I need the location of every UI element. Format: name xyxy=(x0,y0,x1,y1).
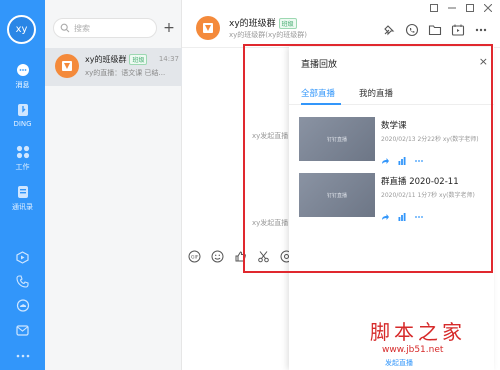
nav-item-phone[interactable] xyxy=(0,273,45,289)
more-icon[interactable] xyxy=(474,22,488,36)
start-live-link[interactable]: 发起直播 xyxy=(385,358,413,368)
emoji-icon[interactable] xyxy=(211,248,224,263)
watermark-url: www.jb51.net xyxy=(382,345,444,355)
conversation-time: 14:37 xyxy=(158,55,179,63)
svg-text:GIF: GIF xyxy=(191,255,199,261)
live-calendar-icon[interactable] xyxy=(451,22,465,36)
conversation-list: 搜索 + xy的班级群 班级 14:37 xy的直播：语文课 已结... xyxy=(45,0,182,370)
nav-item-ding[interactable]: DING xyxy=(0,102,45,128)
highlight-box xyxy=(243,44,493,273)
contacts-icon xyxy=(15,184,31,200)
search-placeholder: 搜索 xyxy=(74,23,90,33)
nav-item-live[interactable] xyxy=(0,249,45,265)
search-input[interactable]: 搜索 xyxy=(53,18,157,38)
apps-grid-icon xyxy=(15,144,31,160)
phone-icon xyxy=(15,273,31,289)
class-tag: 班级 xyxy=(278,18,297,29)
nav-item-contacts[interactable]: 通讯录 xyxy=(0,184,45,212)
header-actions xyxy=(382,22,488,37)
list-item[interactable]: xy的班级群 班级 14:37 xy的直播：语文课 已结... xyxy=(45,48,182,86)
nav-item-messages[interactable]: 消息 xyxy=(0,62,45,90)
watermark: 脚本之家 xyxy=(370,320,466,344)
mail-icon xyxy=(15,322,31,338)
group-avatar xyxy=(55,54,79,78)
chat-subtitle: xy的班级群(xy的班级群) xyxy=(229,31,308,39)
conversation-preview: xy的直播：语文课 已结... xyxy=(85,69,166,77)
ding-icon xyxy=(15,102,31,118)
cloud-icon xyxy=(15,297,31,313)
call-icon[interactable] xyxy=(405,22,419,37)
class-tag: 班级 xyxy=(129,54,148,65)
nav-item-cloud[interactable] xyxy=(0,297,45,313)
chat-bubble-icon xyxy=(15,62,31,78)
pin-icon[interactable] xyxy=(382,22,396,36)
chat-header: xy的班级群 班级 xy的班级群(xy的班级群) xyxy=(182,0,500,48)
add-button[interactable]: + xyxy=(161,20,177,36)
nav-item-work[interactable]: 工作 xyxy=(0,144,45,172)
user-avatar[interactable]: xy xyxy=(7,15,36,44)
nav-label: DING xyxy=(13,120,32,128)
gif-icon[interactable]: GIF xyxy=(188,248,201,263)
nav-label: 消息 xyxy=(15,81,30,89)
play-icon xyxy=(15,249,31,265)
nav-label: 通讯录 xyxy=(12,203,33,211)
nav-item-more[interactable] xyxy=(0,348,45,364)
nav-item-mail[interactable] xyxy=(0,322,45,338)
nav-label: 工作 xyxy=(15,163,30,171)
app-window: xy 消息 DING 工作 通讯录 搜索 + xy的班级群 班级 14:37 x… xyxy=(0,0,500,370)
chat-title: xy的班级群 班级 xyxy=(229,16,297,29)
more-icon xyxy=(15,348,31,364)
search-icon xyxy=(60,23,70,33)
group-avatar[interactable] xyxy=(196,16,220,40)
conversation-name: xy的班级群 班级 xyxy=(85,54,148,65)
folder-icon[interactable] xyxy=(428,22,442,36)
left-nav: xy 消息 DING 工作 通讯录 xyxy=(0,0,45,370)
